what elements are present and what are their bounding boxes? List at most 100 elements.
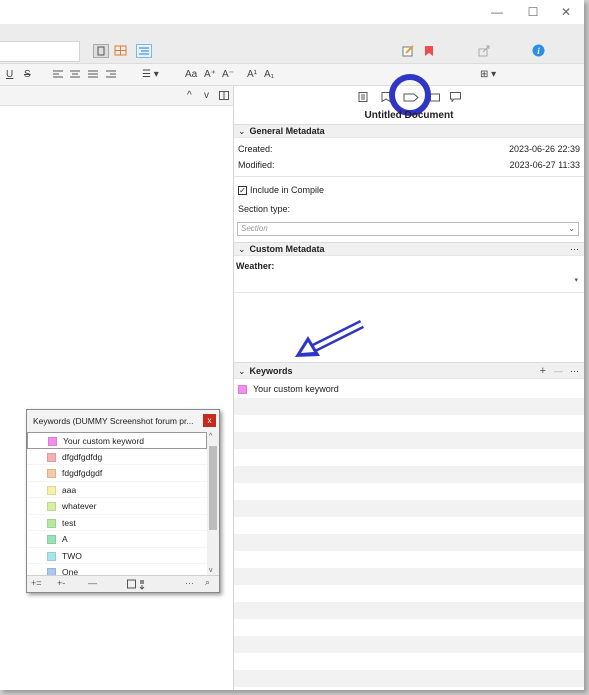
add-child-keyword-button[interactable]: +-	[57, 578, 65, 588]
add-sibling-keyword-button[interactable]: +=	[31, 578, 42, 588]
include-in-compile-row[interactable]: ✓ Include in Compile	[238, 185, 325, 196]
inspector-pane: Untitled Document ⌄ General Metadata Crea…	[234, 74, 584, 690]
toolbar-search-field[interactable]	[0, 41, 80, 62]
notes-button[interactable]	[402, 45, 415, 59]
created-label: Created:	[238, 144, 273, 154]
keywords-window-title: Keywords (DUMMY Screenshot forum pr... x	[27, 410, 219, 432]
chevron-down-icon: ⌄	[568, 224, 575, 233]
keywords-window-more-button[interactable]: ···	[185, 578, 194, 588]
font-case-button[interactable]: Aa	[185, 68, 197, 82]
align-justify-icon	[88, 70, 98, 78]
list-item[interactable]: fdgdfgdgdf	[27, 465, 207, 482]
keywords-header[interactable]: ⌄ Keywords + — ···	[234, 362, 584, 379]
keyword-label: test	[62, 517, 76, 528]
weather-dropdown-chevron-icon[interactable]: ▾	[574, 276, 578, 284]
list-style-dropdown[interactable]: ☰ ▾	[142, 68, 159, 82]
include-label: Include in Compile	[250, 185, 325, 195]
font-bigger-button[interactable]: A⁺	[204, 68, 216, 82]
share-icon	[478, 45, 490, 57]
keyword-color-swatch	[47, 485, 56, 495]
custom-metadata-header[interactable]: ⌄ Custom Metadata ···	[234, 242, 584, 256]
section-type-select[interactable]: Section ⌄	[237, 222, 579, 236]
font-smaller-button[interactable]: A⁻	[222, 68, 234, 82]
underline-button[interactable]: U	[6, 68, 13, 82]
add-keyword-button[interactable]: +	[540, 363, 546, 379]
annotation-arrow	[295, 319, 365, 357]
comment-icon	[450, 92, 461, 103]
keyword-color-swatch	[48, 437, 57, 447]
section-title: General Metadata	[249, 126, 325, 136]
list-item[interactable]: One	[27, 564, 207, 575]
general-metadata-header[interactable]: ⌄ General Metadata	[234, 124, 584, 138]
list-item[interactable]: whatever	[27, 498, 207, 515]
minimize-button[interactable]: —	[490, 5, 504, 19]
section-title: Keywords	[249, 366, 293, 376]
nav-down-button[interactable]: v	[204, 89, 209, 103]
app-window: — ☐ ✕ i U S ☰ ▾ Aa A⁺ A⁻ A¹ A₁ ⊞ ▾ ^ v U…	[0, 0, 584, 690]
view-mode-document-button[interactable]	[93, 44, 109, 58]
keywords-window-list: Your custom keyword dfgdfgdfdg fdgdfgdgdf a…	[27, 432, 207, 575]
keyword-label: A	[62, 534, 68, 544]
modified-label: Modified:	[238, 160, 275, 170]
search-icon[interactable]: ⌕	[205, 577, 210, 588]
bookmark-icon	[425, 46, 433, 56]
checkbox-checked-icon[interactable]: ✓	[238, 186, 247, 196]
keyword-label: Your custom keyword	[253, 384, 339, 394]
strikethrough-button[interactable]: S	[24, 68, 31, 82]
list-item[interactable]: TWO	[27, 548, 207, 564]
keyword-color-swatch	[238, 385, 247, 395]
align-center-button[interactable]	[70, 70, 80, 81]
more-icon[interactable]: ···	[570, 243, 579, 256]
list-item[interactable]: Your custom keyword	[27, 432, 207, 449]
list-item[interactable]: dfgdfgdfdg	[27, 449, 207, 465]
close-button[interactable]: x	[203, 414, 216, 427]
table-dropdown[interactable]: ⊞ ▾	[480, 68, 496, 82]
keyword-color-swatch	[47, 568, 56, 575]
align-right-icon	[106, 70, 116, 78]
maximize-button[interactable]: ☐	[526, 5, 540, 19]
keyword-color-swatch	[47, 452, 56, 462]
scroll-up-icon[interactable]: ^	[209, 433, 212, 440]
notepad-pencil-icon	[402, 45, 414, 57]
keyword-color-swatch	[47, 551, 56, 561]
list-item[interactable]: aaa	[27, 482, 207, 498]
share-button[interactable]	[478, 45, 490, 59]
view-mode-corkboard-button[interactable]	[113, 44, 129, 58]
nav-up-button[interactable]: ^	[187, 89, 192, 103]
list-item[interactable]: test	[27, 515, 207, 531]
split-view-button[interactable]	[219, 91, 229, 102]
align-left-button[interactable]	[53, 70, 63, 81]
section-title: Custom Metadata	[249, 244, 325, 254]
scrollbar[interactable]: ^ v	[207, 432, 219, 575]
apply-keyword-button[interactable]	[127, 579, 149, 592]
keywords-window-footer: += +- — ··· ⌕	[27, 575, 219, 592]
align-right-button[interactable]	[106, 70, 116, 81]
bookmark-button[interactable]	[424, 45, 434, 59]
outline-icon	[139, 47, 149, 55]
tab-notes[interactable]	[358, 92, 370, 102]
remove-keyword-button[interactable]: —	[554, 363, 563, 379]
remove-keyword-button[interactable]: —	[88, 578, 97, 588]
notes-icon	[358, 92, 368, 102]
align-justify-button[interactable]	[88, 70, 98, 81]
chevron-down-icon: ⌄	[238, 366, 246, 376]
split-view-icon	[219, 91, 229, 100]
inspector-toggle-button[interactable]: i	[532, 44, 545, 59]
view-mode-outline-button[interactable]	[136, 44, 152, 58]
keywords-more-button[interactable]: ···	[570, 363, 579, 379]
close-button[interactable]: ✕	[559, 5, 573, 19]
section-type-value: Section	[241, 224, 268, 233]
scroll-thumb[interactable]	[209, 446, 217, 530]
tab-comments[interactable]	[450, 92, 462, 103]
list-item[interactable]: A	[27, 531, 207, 548]
list-item[interactable]: Your custom keyword	[234, 381, 584, 398]
keywords-panel-window: Keywords (DUMMY Screenshot forum pr... x…	[26, 409, 220, 593]
created-value: 2023-06-26 22:39	[508, 144, 580, 154]
scroll-down-icon[interactable]: v	[209, 567, 213, 574]
editor-pane[interactable]: ^ v	[0, 86, 234, 690]
window-title-text: Keywords (DUMMY Screenshot forum pr...	[33, 416, 194, 426]
superscript-button[interactable]: A¹	[247, 68, 257, 82]
subscript-button[interactable]: A₁	[264, 68, 274, 82]
chevron-down-icon: ⌄	[238, 126, 246, 136]
align-center-icon	[70, 70, 80, 78]
